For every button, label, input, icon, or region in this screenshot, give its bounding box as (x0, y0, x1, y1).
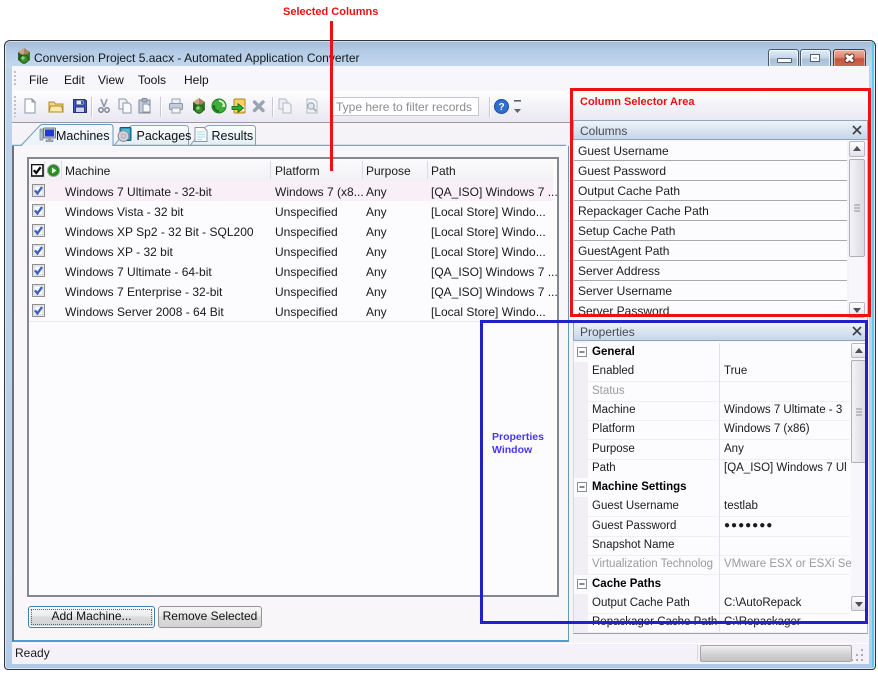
svg-text:Machines: Machines (56, 129, 110, 143)
svg-text:?: ? (498, 102, 504, 113)
svg-text:Packages: Packages (137, 129, 192, 143)
svg-text:Results: Results (212, 129, 254, 143)
